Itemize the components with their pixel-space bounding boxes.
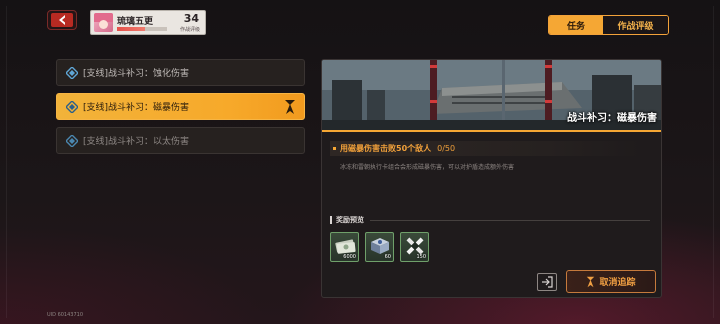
reward-header-bar	[330, 216, 332, 224]
objective-progress: 0/50	[437, 144, 456, 153]
exit-icon	[542, 276, 553, 288]
exit-button[interactable]	[537, 273, 557, 291]
quest-diamond-icon	[66, 135, 78, 147]
player-card[interactable]: 琉璃五更 34 作战评级	[90, 10, 206, 35]
quest-banner-image: 战斗补习：磁暴伤害	[322, 60, 661, 132]
reward-items: 6000 60 150	[330, 232, 435, 262]
quest-item-ether[interactable]: [支线]战斗补习：以太伤害	[56, 127, 305, 154]
reward-divider	[370, 219, 650, 221]
tracking-marker-icon	[587, 276, 595, 287]
tab-tasks[interactable]: 任务	[549, 16, 603, 34]
tab-combat-rating[interactable]: 作战评级	[603, 16, 668, 34]
exp-fill	[117, 27, 145, 31]
back-button-inner	[51, 13, 73, 27]
tab-group: 任务 作战评级	[548, 15, 669, 35]
quest-diamond-icon	[66, 101, 78, 113]
quest-item-electromagnetic[interactable]: [支线]战斗补习：磁暴伤害	[56, 93, 305, 120]
reward-item-crossed-swords[interactable]: 150	[400, 232, 429, 262]
reward-title: 奖励预览	[336, 216, 364, 224]
objective-text: 用磁暴伤害击败50个敌人	[340, 144, 432, 153]
quest-diamond-icon	[66, 67, 78, 79]
player-name: 琉璃五更	[117, 17, 154, 27]
banner-underline	[322, 130, 661, 132]
crossed-swords-icon	[406, 237, 424, 255]
quest-label: [支线]战斗补习：以太伤害	[83, 137, 190, 147]
uid-label: UID 60143710	[47, 312, 84, 318]
reward-qty: 60	[384, 254, 391, 260]
reward-header: 奖励预览	[330, 215, 650, 225]
quest-label: [支线]战斗补习：磁暴伤害	[83, 103, 190, 113]
quest-description: 冰冻和雷朝执行卡组合会形成磁暴伤害，可以对护盾造成额外伤害	[340, 164, 515, 171]
untrack-label: 取消追踪	[599, 278, 636, 288]
reward-item-supply-crate[interactable]: 60	[365, 232, 394, 262]
quest-label: [支线]战斗补习：蚀化伤害	[83, 69, 190, 79]
quest-detail-title: 战斗补习：磁暴伤害	[567, 113, 657, 124]
reward-qty: 150	[416, 254, 426, 260]
supply-crate-icon	[371, 238, 389, 254]
objective-bullet-icon	[333, 147, 336, 150]
cash-icon	[335, 239, 356, 254]
back-button[interactable]	[47, 10, 77, 30]
exp-bar	[117, 27, 167, 31]
reward-item-cash[interactable]: 6000	[330, 232, 359, 262]
player-level: 34	[183, 12, 199, 25]
quest-list: [支线]战斗补习：蚀化伤害 [支线]战斗补习：磁暴伤害 [支线]战斗补习：以太伤…	[56, 59, 305, 161]
tracking-marker-icon	[285, 100, 295, 114]
avatar	[94, 13, 113, 32]
quest-detail-panel: 战斗补习：磁暴伤害 用磁暴伤害击败50个敌人 0/50 冰冻和雷朝执行卡组合会形…	[321, 59, 662, 298]
player-level-label: 作战评级	[179, 27, 200, 33]
chevron-left-icon	[59, 15, 65, 25]
untrack-button[interactable]: 取消追踪	[566, 270, 656, 293]
quest-item-corrosion[interactable]: [支线]战斗补习：蚀化伤害	[56, 59, 305, 86]
objective-row: 用磁暴伤害击败50个敌人 0/50	[330, 141, 640, 156]
reward-qty: 6000	[343, 254, 356, 260]
